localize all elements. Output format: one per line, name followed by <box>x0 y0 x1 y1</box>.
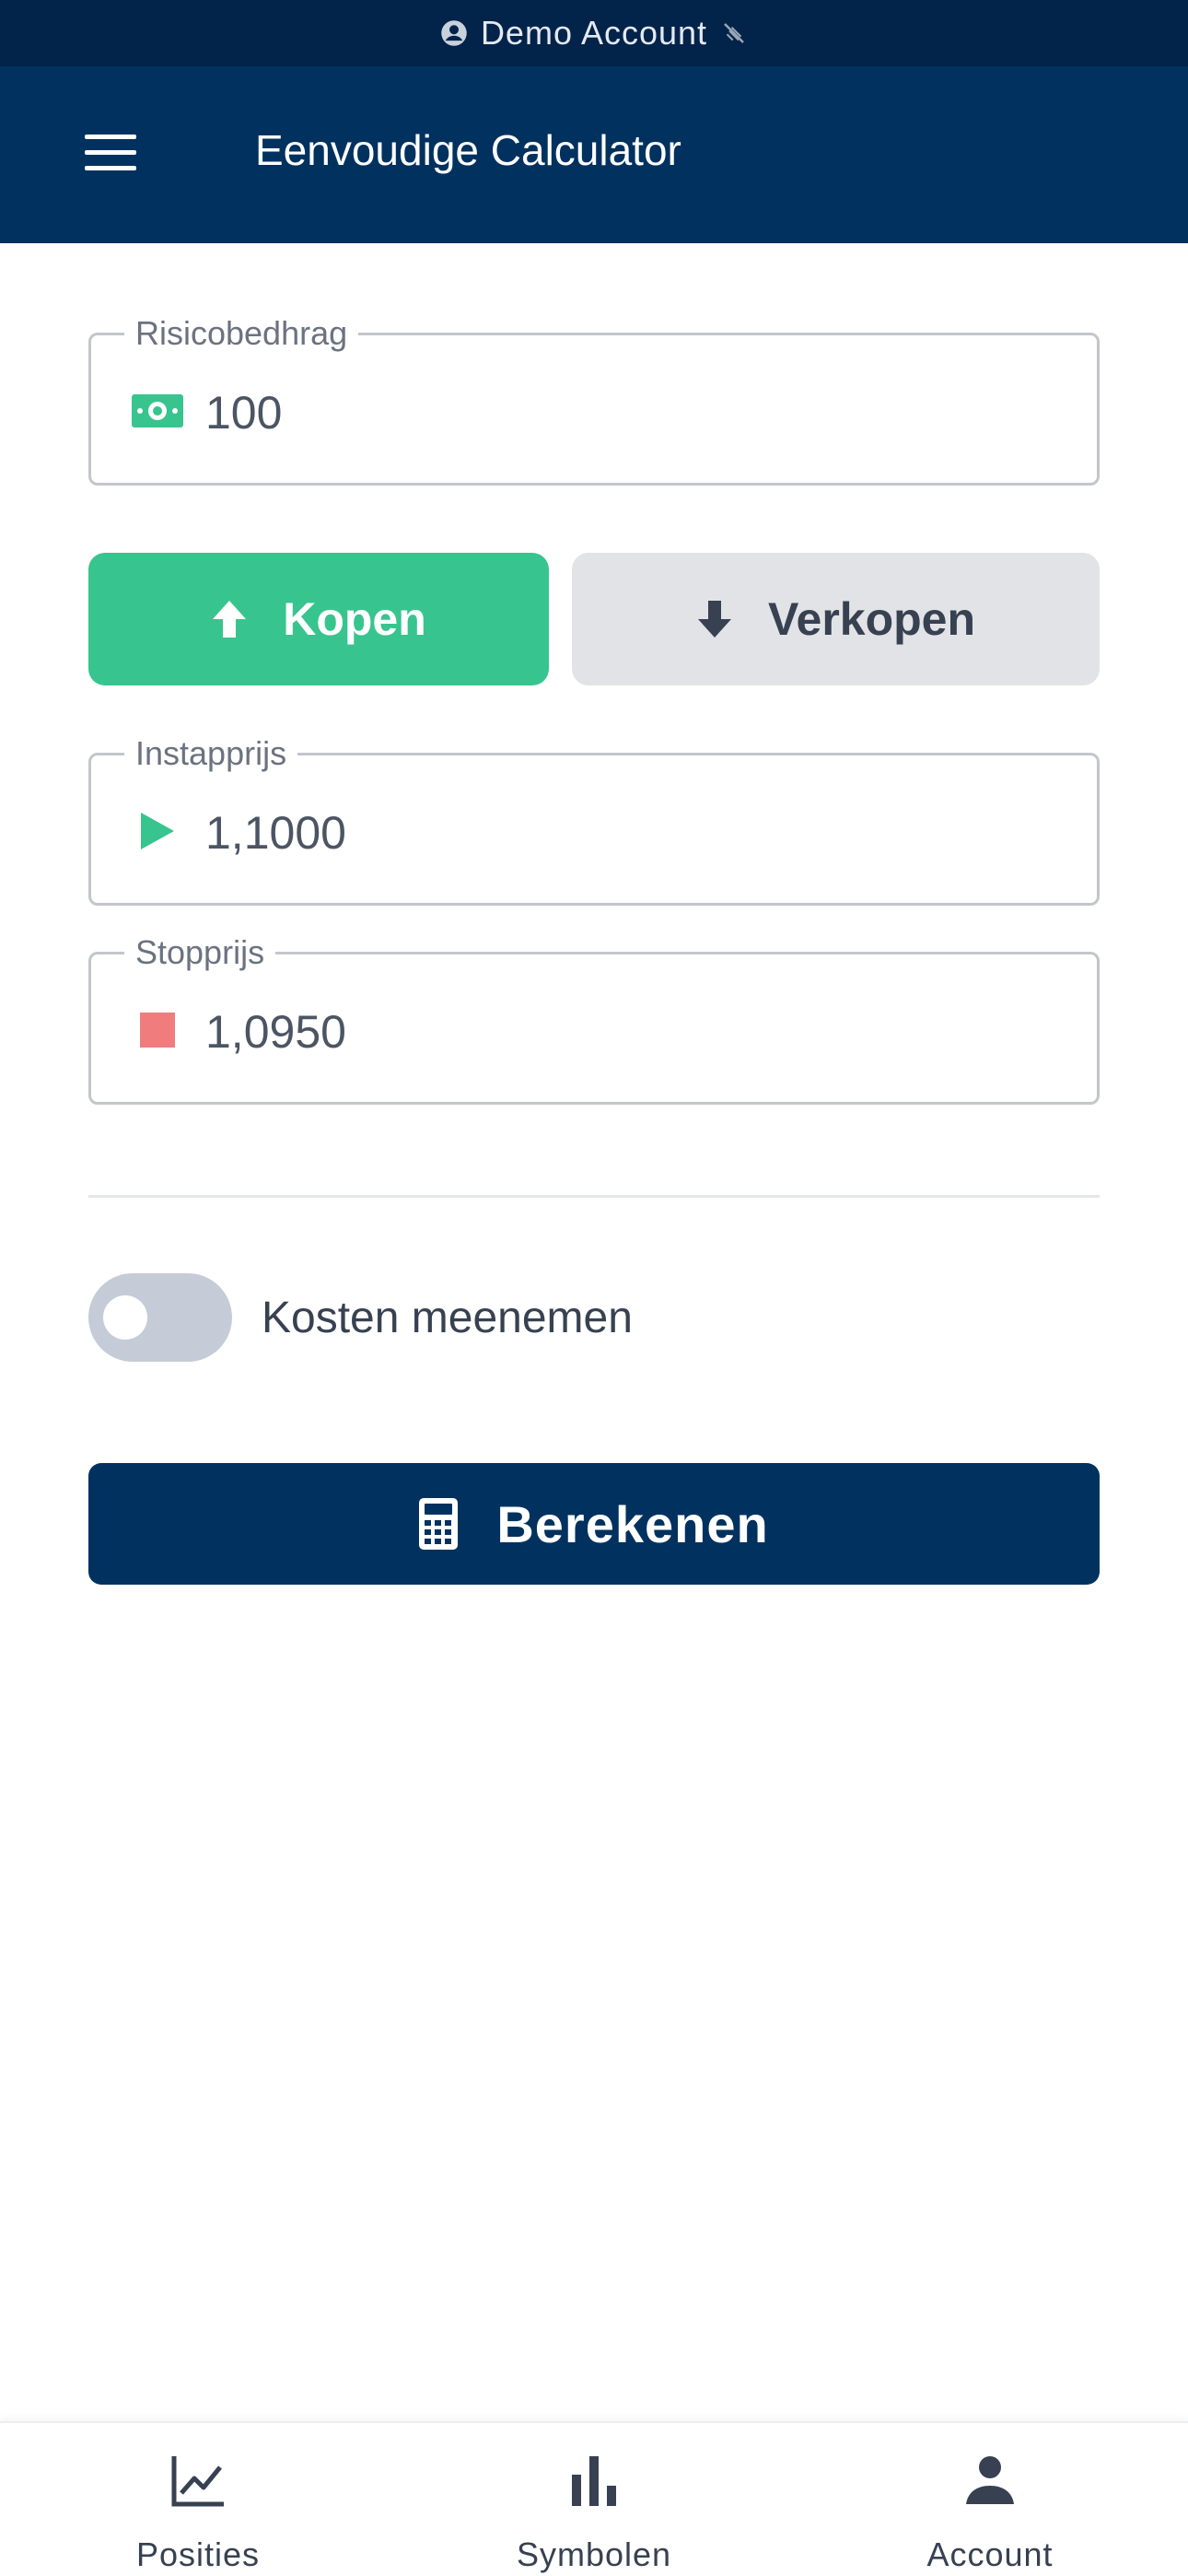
toggle-knob <box>103 1295 147 1340</box>
calculate-button[interactable]: Berekenen <box>88 1463 1100 1585</box>
nav-label-symbolen: Symbolen <box>516 2535 672 2573</box>
account-label: Demo Account <box>480 14 708 52</box>
chart-line-icon <box>171 2456 224 2507</box>
sell-button[interactable]: Verkopen <box>572 553 1100 685</box>
entry-price-field[interactable]: Instapprijs <box>88 735 1100 906</box>
app-bar: Eenvoudige Calculator <box>0 66 1188 243</box>
bottom-nav: Posities Symbolen Account <box>0 2421 1188 2576</box>
stop-price-input[interactable] <box>205 1006 1034 1058</box>
menu-icon[interactable] <box>85 135 136 175</box>
costs-toggle[interactable] <box>88 1273 232 1362</box>
entry-price-label: Instapprijs <box>124 735 298 772</box>
nav-label-account: Account <box>926 2535 1054 2573</box>
calculate-label: Berekenen <box>496 1494 769 1553</box>
risk-amount-label: Risicobedhrag <box>124 315 359 352</box>
divider <box>88 1195 1100 1198</box>
wifi-off-icon <box>724 23 744 43</box>
stop-price-field[interactable]: Stopprijs <box>88 934 1100 1105</box>
calculator-icon <box>419 1498 459 1550</box>
bar-chart-icon <box>572 2456 616 2506</box>
arrow-down-icon <box>697 601 731 638</box>
nav-item-symbolen[interactable]: Symbolen <box>396 2423 792 2576</box>
stop-icon <box>132 1008 183 1052</box>
nav-item-account[interactable]: Account <box>792 2423 1188 2576</box>
risk-amount-field[interactable]: Risicobedhrag <box>88 315 1100 486</box>
buy-label: Kopen <box>283 593 426 645</box>
money-icon <box>132 389 183 433</box>
account-circle-icon <box>441 20 467 46</box>
entry-price-input[interactable] <box>205 807 1034 859</box>
nav-label-posities: Posities <box>135 2535 261 2573</box>
direction-toggle: Kopen Verkopen <box>88 553 1100 685</box>
risk-amount-input[interactable] <box>205 387 1034 439</box>
sell-label: Verkopen <box>767 593 976 645</box>
costs-toggle-label: Kosten meenemen <box>262 1293 633 1342</box>
person-icon <box>966 2456 1014 2504</box>
page-title: Eenvoudige Calculator <box>255 126 681 174</box>
stop-price-label: Stopprijs <box>124 934 276 971</box>
play-icon <box>132 809 183 853</box>
costs-toggle-row: Kosten meenemen <box>88 1273 633 1362</box>
status-bar: Demo Account <box>0 0 1188 66</box>
arrow-up-icon <box>213 601 247 638</box>
nav-item-posities[interactable]: Posities <box>0 2423 396 2576</box>
buy-button[interactable]: Kopen <box>88 553 549 685</box>
